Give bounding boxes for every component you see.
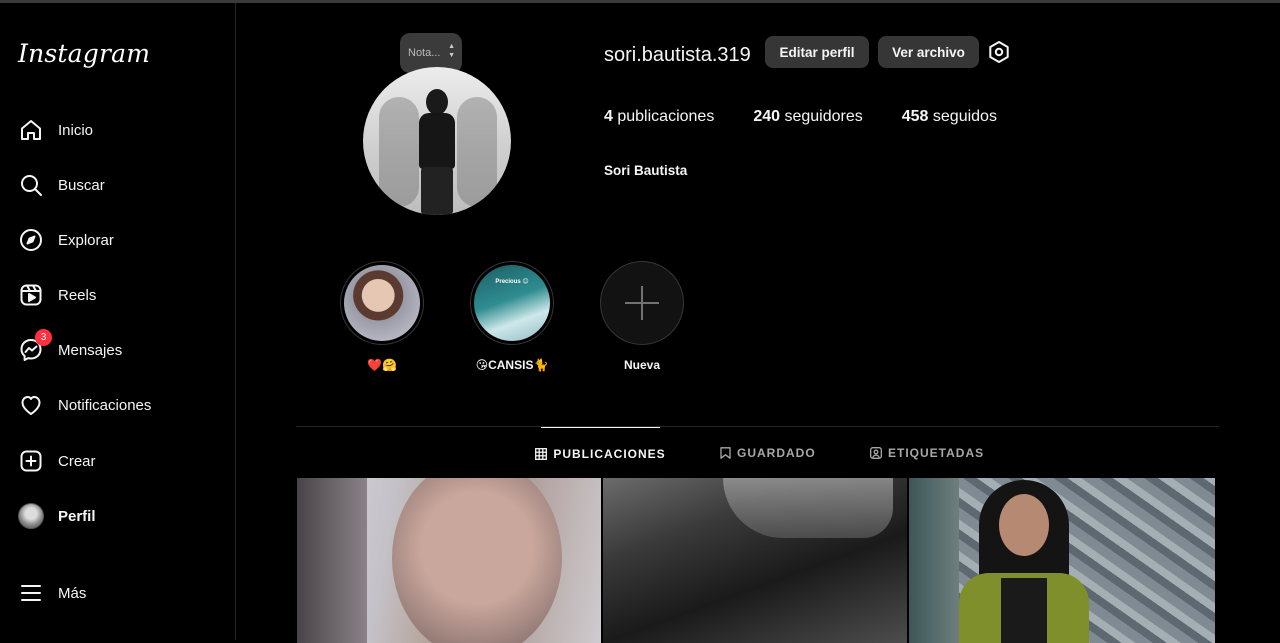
posts-count: 4 bbox=[604, 108, 613, 125]
unread-badge: 3 bbox=[35, 329, 52, 346]
heart-icon bbox=[18, 392, 44, 418]
sidebar-item-mensajes[interactable]: 3 Mensajes bbox=[0, 328, 236, 372]
highlight-ring bbox=[340, 261, 424, 345]
profile-avatar bbox=[18, 503, 44, 529]
plus-square-icon bbox=[18, 448, 44, 474]
highlight-thumbnail-text: Precious 😊 bbox=[495, 279, 529, 285]
reels-icon bbox=[18, 282, 44, 308]
bookmark-icon bbox=[720, 447, 731, 459]
post-thumbnail[interactable] bbox=[297, 478, 601, 643]
note-placeholder: Nota... bbox=[408, 47, 441, 59]
photo-figure bbox=[413, 89, 461, 215]
followers-count: 240 bbox=[753, 108, 781, 125]
settings-gear-icon[interactable] bbox=[987, 40, 1011, 64]
sidebar-item-label: Más bbox=[58, 584, 87, 602]
tab-etiquetadas[interactable]: ETIQUETADAS bbox=[870, 427, 984, 479]
sidebar-item-label: Crear bbox=[58, 452, 96, 470]
post-image-shirt bbox=[1001, 578, 1047, 643]
post-image-face bbox=[999, 494, 1049, 556]
tab-label: GUARDADO bbox=[737, 446, 816, 460]
add-highlight-circle bbox=[600, 261, 684, 345]
sidebar-item-label: Mensajes bbox=[58, 341, 123, 359]
highlight-thumbnail bbox=[344, 265, 420, 341]
following-stat[interactable]: 458 seguidos bbox=[902, 108, 997, 126]
sidebar-item-label: Perfil bbox=[58, 507, 96, 525]
highlight-label: 😘CANSIS🐈 bbox=[475, 358, 549, 372]
sidebar-item-label: Notificaciones bbox=[58, 396, 152, 414]
story-highlight[interactable]: Precious 😊 😘CANSIS🐈 bbox=[470, 261, 554, 372]
profile-stats: 4 publicaciones 240 seguidores 458 segui… bbox=[604, 108, 1036, 126]
highlight-ring: Precious 😊 bbox=[470, 261, 554, 345]
new-highlight-button[interactable]: Nueva bbox=[600, 261, 684, 372]
search-icon bbox=[18, 172, 44, 198]
post-image-person bbox=[949, 478, 1099, 643]
view-archive-button[interactable]: Ver archivo bbox=[878, 36, 979, 68]
followers-label: seguidores bbox=[784, 108, 863, 125]
plus-icon bbox=[625, 286, 659, 320]
story-highlight[interactable]: ❤️🤗 bbox=[340, 261, 424, 372]
sidebar-item-inicio[interactable]: Inicio bbox=[0, 108, 236, 152]
post-image-hair bbox=[297, 478, 367, 643]
instagram-logo[interactable]: Instagram bbox=[18, 39, 150, 68]
profile-username: sori.bautista.319 bbox=[604, 44, 751, 66]
grid-icon bbox=[535, 447, 548, 460]
post-image-face bbox=[392, 478, 562, 643]
following-label: seguidos bbox=[932, 108, 997, 125]
sidebar-item-notificaciones[interactable]: Notificaciones bbox=[0, 383, 236, 427]
post-thumbnail[interactable] bbox=[909, 478, 1215, 643]
tab-label: PUBLICACIONES bbox=[553, 446, 666, 461]
menu-icon bbox=[18, 580, 44, 606]
sidebar-item-explorar[interactable]: Explorar bbox=[0, 218, 236, 262]
avatar bbox=[18, 503, 44, 529]
photo-body bbox=[419, 113, 455, 169]
tagged-user-icon bbox=[870, 447, 882, 459]
sidebar-item-mas[interactable]: Más bbox=[0, 571, 236, 615]
tab-label: ETIQUETADAS bbox=[888, 446, 985, 460]
sidebar-item-label: Reels bbox=[58, 286, 97, 304]
highlight-thumbnail: Precious 😊 bbox=[474, 265, 550, 341]
sidebar-item-buscar[interactable]: Buscar bbox=[0, 163, 236, 207]
sidebar-item-perfil[interactable]: Perfil bbox=[0, 494, 236, 538]
messenger-icon: 3 bbox=[18, 329, 52, 363]
photo-head bbox=[426, 89, 448, 115]
sidebar-item-label: Buscar bbox=[58, 176, 105, 194]
compass-icon bbox=[18, 227, 44, 253]
profile-full-name: Sori Bautista bbox=[604, 163, 688, 178]
highlight-label: ❤️🤗 bbox=[367, 358, 397, 372]
highlight-label: Nueva bbox=[623, 358, 661, 372]
photo-legs bbox=[421, 167, 453, 215]
followers-stat[interactable]: 240 seguidores bbox=[753, 108, 862, 126]
post-thumbnail[interactable] bbox=[603, 478, 907, 643]
tab-guardado[interactable]: GUARDADO bbox=[720, 427, 816, 479]
profile-main: Nota... ▲ ▼ sori.bautista.319 Editar perf… bbox=[237, 3, 1280, 643]
photo-ghost-figure bbox=[457, 97, 497, 207]
following-count: 458 bbox=[901, 108, 929, 125]
home-icon bbox=[18, 117, 44, 143]
posts-count-stat[interactable]: 4 publicaciones bbox=[604, 108, 714, 126]
sidebar-item-label: Inicio bbox=[58, 121, 94, 139]
sidebar-item-crear[interactable]: Crear bbox=[0, 439, 236, 483]
profile-picture[interactable] bbox=[363, 67, 511, 215]
edit-profile-button[interactable]: Editar perfil bbox=[765, 36, 869, 68]
sidebar: Instagram Inicio Buscar Explorar Reels 3… bbox=[0, 3, 236, 640]
tab-publicaciones[interactable]: PUBLICACIONES bbox=[535, 427, 665, 479]
sidebar-item-label: Explorar bbox=[58, 231, 114, 249]
sidebar-item-reels[interactable]: Reels bbox=[0, 273, 236, 317]
note-arrows-icon: ▲ ▼ bbox=[448, 43, 455, 59]
posts-label: publicaciones bbox=[617, 108, 715, 125]
